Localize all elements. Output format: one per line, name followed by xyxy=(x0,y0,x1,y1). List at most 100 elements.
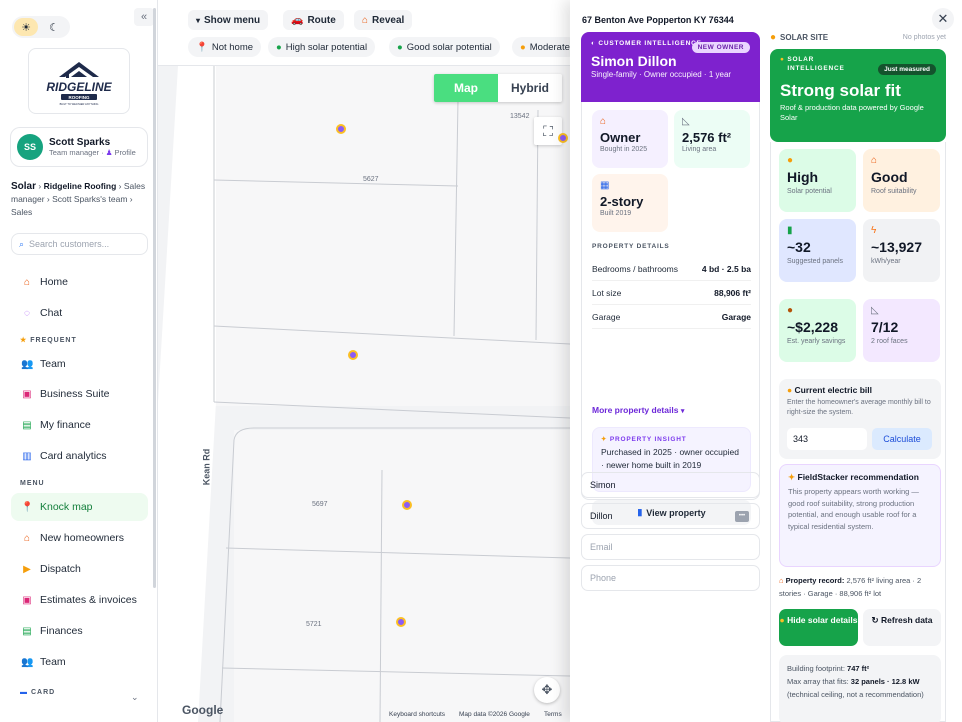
reveal-button[interactable]: ⌂ Reveal xyxy=(354,10,413,30)
tile-value: ~$2,228 xyxy=(787,319,838,335)
section-menu: MENU xyxy=(20,480,45,487)
sidebar-item-chat[interactable]: ◌ Chat xyxy=(11,299,148,327)
parcel-label: 5697 xyxy=(312,501,328,508)
tile-value: Owner xyxy=(600,130,641,145)
tile-label: Est. yearly savings xyxy=(787,338,846,345)
map-type-hybrid[interactable]: Hybrid xyxy=(498,74,562,102)
sidebar-item-team-menu[interactable]: 👥 Team xyxy=(11,648,148,676)
truck-icon: ▶ xyxy=(23,563,31,575)
solar-site-label: SOLAR SITE xyxy=(780,33,829,42)
tile-label: Bought in 2025 xyxy=(600,146,648,153)
keyboard-shortcuts-link[interactable]: Keyboard shortcuts xyxy=(389,711,445,718)
route-button[interactable]: 🚗 Route xyxy=(283,10,344,30)
property-details-heading: PROPERTY DETAILS xyxy=(592,243,670,250)
insight-heading: ✦ PROPERTY INSIGHT xyxy=(601,435,742,443)
map-pin[interactable] xyxy=(396,617,406,627)
search-input[interactable]: ⌕ Search customers... xyxy=(11,233,148,255)
keyboard-icon[interactable]: ••• xyxy=(735,511,749,522)
sun-icon: ● xyxy=(779,615,785,625)
filter-good-solar[interactable]: ● Good solar potential xyxy=(389,37,500,57)
filter-label: Moderate xyxy=(529,41,570,53)
sidebar-item-card-analytics[interactable]: ▥ Card analytics xyxy=(11,442,148,470)
terms-link[interactable]: Terms xyxy=(544,711,562,718)
user-role: Team manager · ♟ Profile xyxy=(49,148,136,157)
map-pin-icon: 📍 xyxy=(21,501,34,513)
sidebar-item-business-suite[interactable]: ▣ Business Suite xyxy=(11,380,148,408)
sidebar-item-estimates[interactable]: ▣ Estimates & invoices xyxy=(11,586,148,614)
fullscreen-icon[interactable]: ⛶ xyxy=(534,117,562,145)
filter-high-solar[interactable]: ● High solar potential xyxy=(268,37,376,57)
sidebar-item-finances[interactable]: ▤ Finances xyxy=(11,617,148,645)
bill-title: ● Current electric bill xyxy=(787,385,933,395)
customer-column: ◐ CUSTOMER INTELLIGENCE NEW OWNER Simon … xyxy=(581,32,760,525)
show-menu-button[interactable]: ▾ Show menu xyxy=(188,10,269,30)
card-icon: ▬ xyxy=(20,689,28,696)
recommendation-title: ✦ FieldStacker recommendation xyxy=(788,472,932,483)
breadcrumb-org[interactable]: Ridgeline Roofing xyxy=(44,181,117,191)
sidebar: ☀ ☾ « RIDGELINE ROOFING BUILT TO WEATHER… xyxy=(0,0,158,722)
sidebar-item-team[interactable]: 👥 Team xyxy=(11,350,148,378)
bill-title-text: Current electric bill xyxy=(794,385,872,395)
profile-link[interactable]: Profile xyxy=(115,148,136,157)
sun-icon: ● xyxy=(780,56,785,63)
team-icon: 👥 xyxy=(21,656,34,668)
solar-headline: Strong solar fit xyxy=(780,81,901,100)
property-panel: 67 Benton Ave Popperton KY 76344 ✕ ◐ CUS… xyxy=(570,0,962,722)
filter-not-home[interactable]: 📍 Not home xyxy=(188,37,262,57)
theme-toggle[interactable]: ☀ ☾ xyxy=(12,16,70,38)
pin-icon: ● xyxy=(276,41,282,53)
sun-icon[interactable]: ☀ xyxy=(14,18,38,36)
recommendation-title-text: FieldStacker recommendation xyxy=(797,472,919,482)
filter-moderate[interactable]: ● Moderate xyxy=(512,37,570,57)
car-icon: 🚗 xyxy=(291,14,304,26)
map-pin[interactable] xyxy=(558,133,568,143)
electric-bill-input[interactable]: 343 xyxy=(787,428,867,450)
house-icon: ⌂ xyxy=(779,576,784,585)
profile-icon: ♟ xyxy=(105,148,113,157)
user-card[interactable]: SS Scott Sparks Team manager · ♟ Profile xyxy=(10,127,148,167)
living-area-tile: ◺ 2,576 ft² Living area xyxy=(674,110,750,168)
route-label: Route xyxy=(307,14,336,26)
reveal-label: Reveal xyxy=(372,14,405,26)
moon-icon[interactable]: ☾ xyxy=(42,18,66,36)
ruler-icon: ◺ xyxy=(682,116,690,127)
collapse-sidebar-button[interactable]: « xyxy=(134,8,154,26)
footprint-card: Building footprint: 747 ft² Max array th… xyxy=(779,655,941,722)
tile-label: Living area xyxy=(682,146,717,153)
person-icon: ◐ xyxy=(591,40,596,47)
sidebar-item-home[interactable]: ⌂ Home xyxy=(11,268,148,296)
solar-desc: Roof & production data powered by Google… xyxy=(780,103,924,122)
map-pin[interactable] xyxy=(402,500,412,510)
detail-label: Bedrooms / bathrooms xyxy=(592,263,678,274)
refresh-icon: ↻ xyxy=(871,615,879,625)
refresh-data-button[interactable]: ↻ Refresh data xyxy=(863,609,941,646)
hide-solar-details-button[interactable]: ● Hide solar details xyxy=(779,609,858,646)
phone-field[interactable]: Phone xyxy=(581,565,760,591)
chevron-down-icon[interactable]: ⌄ xyxy=(131,692,139,703)
tile-value: High xyxy=(787,169,819,185)
sidebar-item-new-homeowners[interactable]: ⌂ New homeowners xyxy=(11,524,148,552)
customer-body: ⌂ Owner Bought in 2025 ◺ 2,576 ft² Livin… xyxy=(581,102,760,525)
email-field[interactable]: Email xyxy=(581,534,760,560)
map-type-map[interactable]: Map xyxy=(434,74,498,102)
no-photos-note: No photos yet xyxy=(902,34,946,41)
first-name-field[interactable]: Simon xyxy=(581,472,760,498)
map-pin[interactable] xyxy=(348,350,358,360)
section-card: ▬ CARD xyxy=(20,689,55,696)
breadcrumb-root[interactable]: Solar xyxy=(11,181,36,192)
knock-map[interactable]: ▾ Show menu 🚗 Route ⌂ Reveal 📍 Not home … xyxy=(158,0,570,722)
house-icon: ⌂ xyxy=(362,14,369,26)
recenter-icon[interactable]: ✥ xyxy=(534,677,560,703)
customer-summary: Single-family · Owner occupied · 1 year xyxy=(591,70,732,79)
calculate-button[interactable]: Calculate xyxy=(872,428,932,450)
star-icon: ★ xyxy=(20,337,28,344)
sidebar-item-my-finance[interactable]: ▤ My finance xyxy=(11,411,148,439)
more-property-details-link[interactable]: More property details ▾ xyxy=(592,405,684,415)
close-icon[interactable]: ✕ xyxy=(932,8,954,30)
map-pin[interactable] xyxy=(336,124,346,134)
sidebar-item-knock-map[interactable]: 📍 Knock map xyxy=(11,493,148,521)
sidebar-item-dispatch[interactable]: ▶ Dispatch xyxy=(11,555,148,583)
last-name-field[interactable]: Dillon ••• xyxy=(581,503,760,529)
sidebar-scrollbar[interactable] xyxy=(153,8,156,588)
tile-label: Solar potential xyxy=(787,188,832,195)
